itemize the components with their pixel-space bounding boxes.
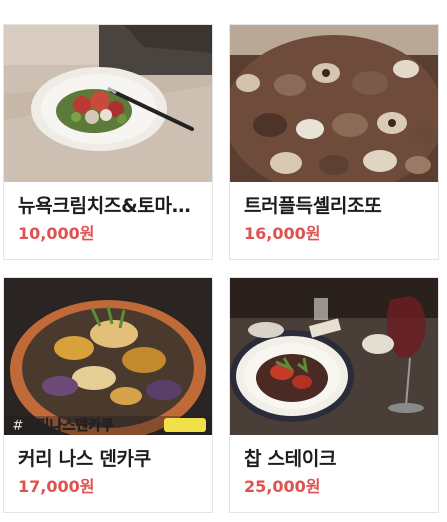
menu-item-price: 17,000원 xyxy=(18,477,95,496)
menu-card-risotto[interactable]: 트러플득셸리조또 16,000원 xyxy=(229,24,439,260)
menu-item-price: 25,000원 xyxy=(244,477,321,496)
menu-image-salad xyxy=(4,25,212,182)
menu-card-curry[interactable]: #커리나스덴카쿠 커리 나스 덴카쿠 17,000원 xyxy=(3,277,213,513)
menu-image-risotto xyxy=(230,25,438,182)
menu-item-name: 뉴욕크림치즈&토마토샐러드 xyxy=(18,195,200,217)
menu-item-name: 커리 나스 덴카쿠 xyxy=(18,448,151,470)
menu-item-name: 찹 스테이크 xyxy=(244,448,337,470)
menu-item-price: 16,000원 xyxy=(244,224,321,243)
menu-item-price: 10,000원 xyxy=(18,224,95,243)
image-hashtag-label: #커리나스덴카쿠 xyxy=(12,418,114,434)
menu-card-salad[interactable]: 뉴욕크림치즈&토마토샐러드 10,000원 xyxy=(3,24,213,260)
menu-card-steak[interactable]: 찹 스테이크 25,000원 xyxy=(229,277,439,513)
menu-image-curry: #커리나스덴카쿠 xyxy=(4,278,212,435)
menu-image-steak xyxy=(230,278,438,435)
menu-item-name: 트러플득셸리조또 xyxy=(244,195,382,217)
menu-grid: 뉴욕크림치즈&토마토샐러드 10,000원 xyxy=(3,24,443,513)
